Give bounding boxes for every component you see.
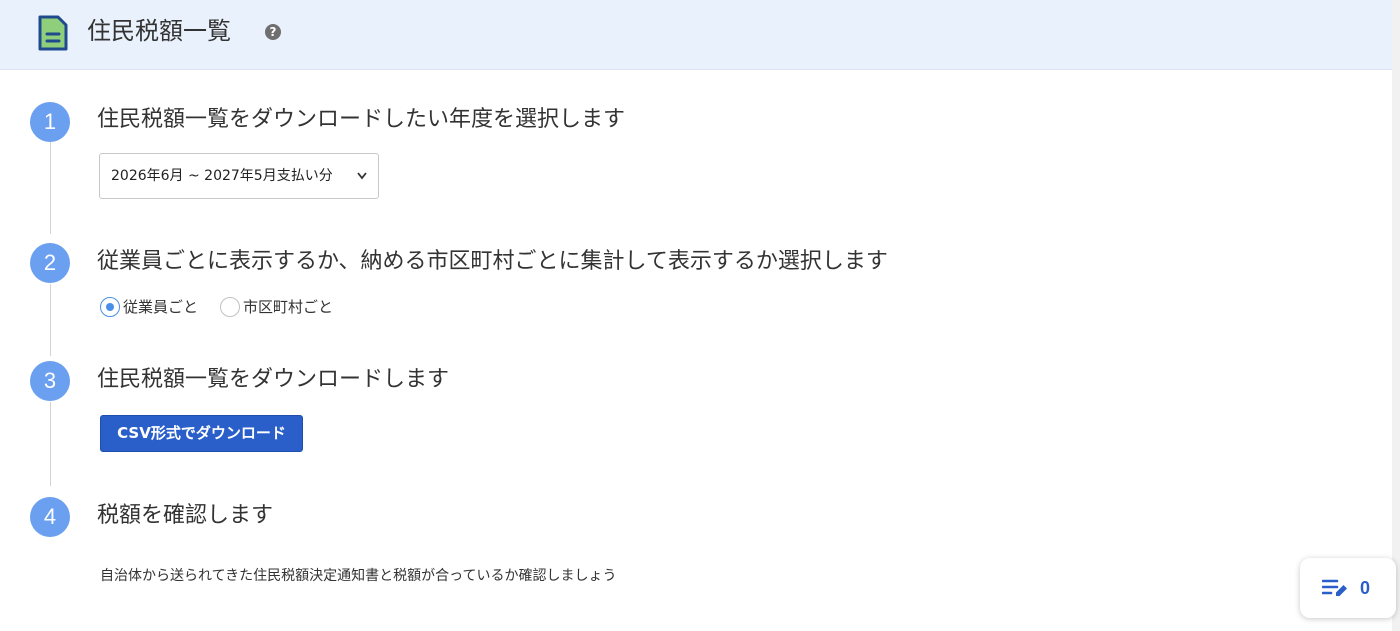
year-select[interactable]: 2026年6月 ~ 2027年5月支払い分 <box>99 153 379 199</box>
radio-per-municipality[interactable] <box>220 296 241 317</box>
csv-download-button[interactable]: CSV形式でダウンロード <box>100 415 303 452</box>
step-connector <box>50 284 51 356</box>
step4-description: 自治体から送られてきた住民税額決定通知書と税額が合っているか確認しましょう <box>100 568 617 584</box>
step-title-4: 税額を確認します <box>97 503 274 528</box>
scrollbar[interactable] <box>1392 0 1400 631</box>
page-header: 住民税額一覧 ? <box>0 0 1400 70</box>
counter-value: 0 <box>1360 578 1371 598</box>
step-title-3: 住民税額一覧をダウンロードします <box>97 367 450 392</box>
page-title: 住民税額一覧 <box>87 17 231 45</box>
radio-per-municipality-label[interactable]: 市区町村ごと <box>243 297 333 317</box>
step-connector <box>50 142 51 234</box>
step-connector <box>50 402 51 486</box>
step-title-1: 住民税額一覧をダウンロードしたい年度を選択します <box>97 107 626 132</box>
chevron-down-icon <box>356 154 368 216</box>
radio-per-employee[interactable] <box>100 296 120 317</box>
edit-list-icon <box>1322 579 1347 596</box>
step-number-1: 1 <box>30 102 70 142</box>
display-mode-radio-group: 従業員ごと 市区町村ごと <box>100 296 355 318</box>
help-icon[interactable]: ? <box>265 24 281 40</box>
year-select-value: 2026年6月 ~ 2027年5月支払い分 <box>111 168 333 184</box>
edit-counter-button[interactable]: 0 <box>1300 558 1396 618</box>
step-title-2: 従業員ごとに表示するか、納める市区町村ごとに集計して表示するか選択します <box>97 249 888 274</box>
step-number-3: 3 <box>30 361 70 401</box>
step-number-4: 4 <box>30 497 70 537</box>
document-icon <box>38 15 68 51</box>
radio-per-employee-label[interactable]: 従業員ごと <box>123 297 198 317</box>
step-number-2: 2 <box>30 243 70 283</box>
